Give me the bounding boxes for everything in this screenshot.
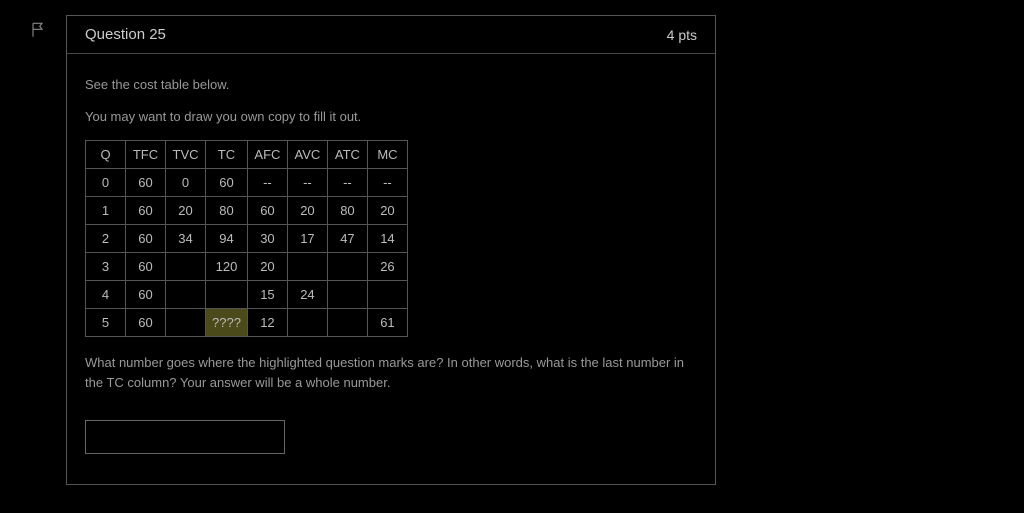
instruction-line-2: You may want to draw you own copy to fil… (85, 108, 697, 126)
table-cell (287, 253, 327, 281)
table-cell: 47 (327, 225, 367, 253)
table-cell: 120 (206, 253, 248, 281)
table-cell: 60 (247, 197, 287, 225)
table-cell: 94 (206, 225, 248, 253)
table-cell: 5 (86, 309, 126, 337)
table-cell (367, 281, 407, 309)
question-card: Question 25 4 pts See the cost table bel… (66, 15, 716, 485)
table-header-cell: TVC (166, 141, 206, 169)
table-cell: 24 (287, 281, 327, 309)
table-body: 060060--------16020806020802026034943017… (86, 169, 408, 337)
table-cell: -- (327, 169, 367, 197)
table-cell: 4 (86, 281, 126, 309)
table-cell: 1 (86, 197, 126, 225)
table-cell: 14 (367, 225, 407, 253)
table-cell: -- (247, 169, 287, 197)
question-title: Question 25 (85, 26, 166, 43)
table-header-cell: Q (86, 141, 126, 169)
table-cell (327, 253, 367, 281)
table-row: 060060-------- (86, 169, 408, 197)
table-cell: 2 (86, 225, 126, 253)
table-cell: 20 (247, 253, 287, 281)
highlighted-cell: ???? (206, 309, 248, 337)
table-cell: 26 (367, 253, 407, 281)
flag-icon[interactable] (30, 21, 48, 39)
table-cell: 12 (247, 309, 287, 337)
table-cell: 30 (247, 225, 287, 253)
table-cell (166, 281, 206, 309)
table-cell: 80 (327, 197, 367, 225)
page-container: Question 25 4 pts See the cost table bel… (0, 0, 1024, 485)
answer-input[interactable] (85, 420, 285, 454)
table-header-row: QTFCTVCTCAFCAVCATCMC (86, 141, 408, 169)
question-points: 4 pts (667, 27, 697, 43)
table-row: 560????12 61 (86, 309, 408, 337)
table-cell: 20 (166, 197, 206, 225)
table-cell (206, 281, 248, 309)
table-cell (166, 309, 206, 337)
table-cell (166, 253, 206, 281)
table-header-cell: AFC (247, 141, 287, 169)
table-cell (287, 309, 327, 337)
table-cell: 60 (126, 281, 166, 309)
table-row: 260349430174714 (86, 225, 408, 253)
question-header: Question 25 4 pts (67, 16, 715, 54)
table-cell: 60 (126, 253, 166, 281)
table-cell: 60 (206, 169, 248, 197)
table-header-cell: TFC (126, 141, 166, 169)
table-cell: 20 (367, 197, 407, 225)
table-cell: 61 (367, 309, 407, 337)
table-row: 160208060208020 (86, 197, 408, 225)
table-header-cell: MC (367, 141, 407, 169)
table-cell (327, 309, 367, 337)
table-cell: 3 (86, 253, 126, 281)
table-cell: 15 (247, 281, 287, 309)
table-cell: 80 (206, 197, 248, 225)
question-prompt: What number goes where the highlighted q… (85, 353, 697, 392)
question-body: See the cost table below. You may want t… (67, 54, 715, 484)
table-cell: 60 (126, 169, 166, 197)
table-cell: 60 (126, 197, 166, 225)
table-cell: 17 (287, 225, 327, 253)
table-cell: 60 (126, 225, 166, 253)
table-row: 460 1524 (86, 281, 408, 309)
table-header-cell: AVC (287, 141, 327, 169)
table-header-cell: TC (206, 141, 248, 169)
table-cell: -- (287, 169, 327, 197)
cost-table: QTFCTVCTCAFCAVCATCMC 060060--------16020… (85, 140, 408, 337)
instruction-line-1: See the cost table below. (85, 76, 697, 94)
table-header-cell: ATC (327, 141, 367, 169)
table-cell: 0 (166, 169, 206, 197)
table-cell: 0 (86, 169, 126, 197)
table-cell: 20 (287, 197, 327, 225)
table-cell: -- (367, 169, 407, 197)
table-cell: 60 (126, 309, 166, 337)
table-cell (327, 281, 367, 309)
table-cell: 34 (166, 225, 206, 253)
table-row: 360 12020 26 (86, 253, 408, 281)
